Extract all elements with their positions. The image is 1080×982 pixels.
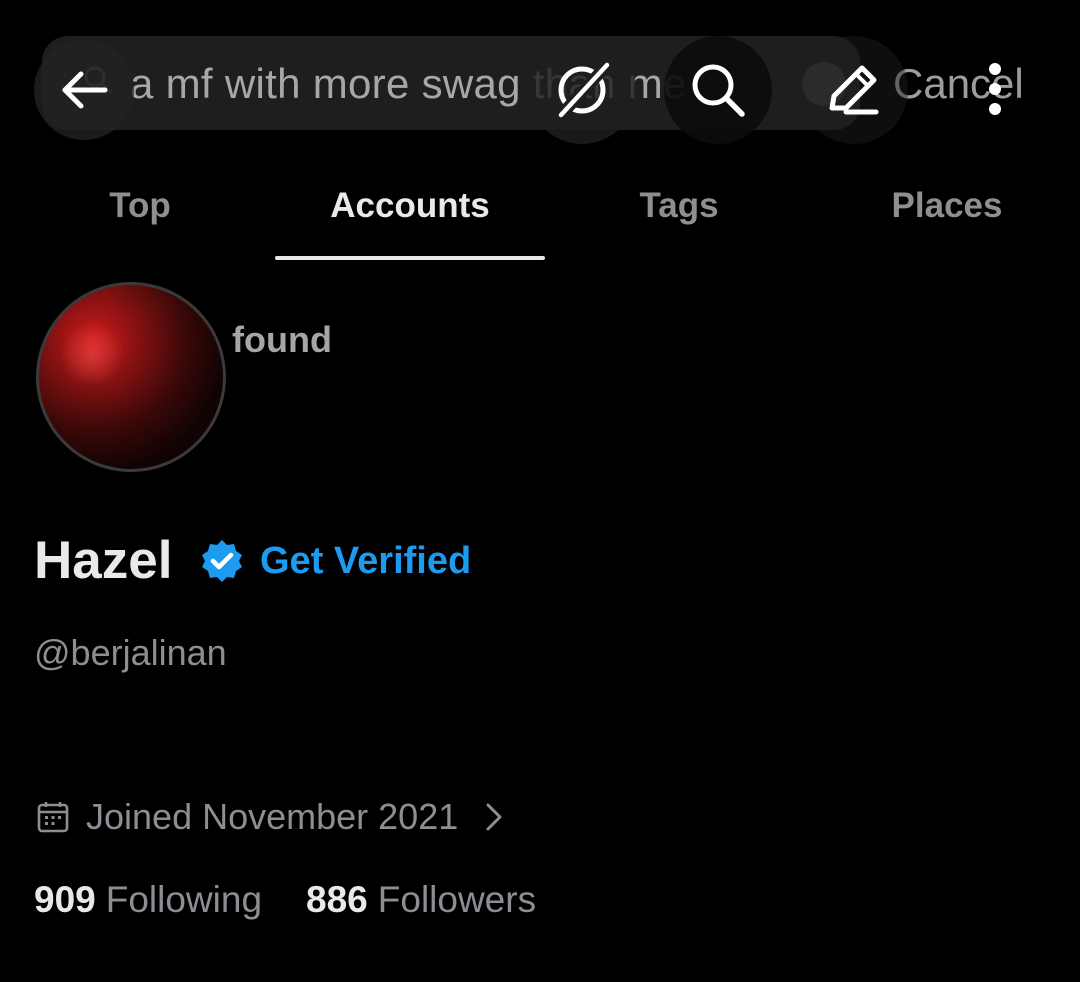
active-tab-indicator — [275, 256, 545, 260]
verified-badge-icon[interactable] — [198, 537, 246, 585]
joined-date: Joined November 2021 — [86, 796, 459, 837]
more-options-button[interactable] — [964, 52, 1026, 126]
get-verified-link[interactable]: Get Verified — [260, 537, 471, 585]
tab-accounts[interactable]: Accounts — [275, 184, 545, 228]
avatar-caption: found — [232, 319, 332, 360]
search-button[interactable] — [664, 36, 772, 144]
arrow-left-icon — [62, 71, 108, 109]
search-tabs: Top Accounts Tags Places — [0, 170, 1080, 262]
follow-stats: 909 Following 886 Followers — [34, 876, 536, 924]
more-vertical-icon — [989, 63, 1001, 115]
followers-link[interactable]: 886 Followers — [306, 879, 536, 920]
grok-off-button[interactable] — [528, 36, 636, 144]
user-handle: @berjalinan — [34, 632, 227, 673]
display-name: Hazel — [34, 531, 173, 590]
pencil-icon — [829, 65, 879, 115]
following-label: Following — [105, 879, 263, 920]
avatar[interactable] — [36, 282, 226, 472]
followers-count: 886 — [306, 879, 368, 920]
grok-slash-icon — [556, 60, 612, 120]
tab-top[interactable]: Top — [5, 184, 275, 228]
search-icon — [692, 64, 745, 117]
followers-label: Followers — [377, 879, 537, 920]
chevron-right-icon — [486, 803, 502, 831]
following-count: 909 — [34, 879, 96, 920]
calendar-icon — [37, 802, 69, 833]
following-link[interactable]: 909 Following — [34, 879, 262, 920]
tab-places[interactable]: Places — [812, 184, 1080, 228]
back-button[interactable] — [34, 40, 134, 140]
tab-tags[interactable]: Tags — [544, 184, 814, 228]
compose-button[interactable] — [800, 36, 908, 144]
joined-date-row[interactable]: Joined November 2021 — [36, 792, 508, 842]
